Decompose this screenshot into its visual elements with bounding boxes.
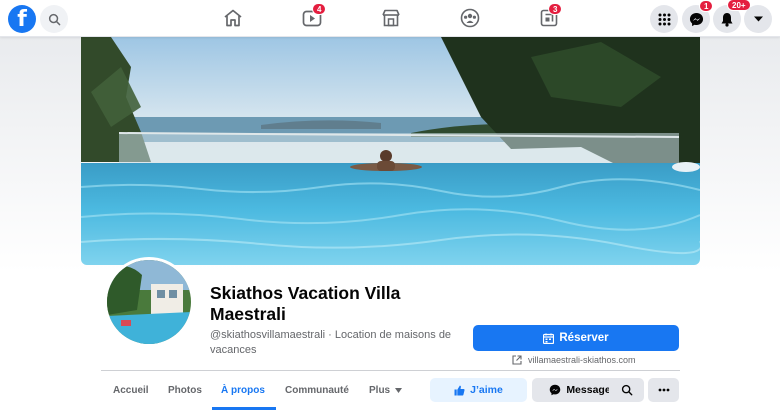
- tab-photos[interactable]: Photos: [168, 385, 202, 396]
- website-link[interactable]: villamaestrali-skiathos.com: [512, 355, 636, 365]
- infinity-pool-photo: [81, 37, 700, 265]
- messenger-badge: 1: [699, 0, 714, 12]
- villa-photo: [107, 260, 191, 344]
- external-link-icon: [512, 355, 522, 365]
- account-menu-button[interactable]: [744, 5, 772, 33]
- bell-icon: [721, 12, 733, 27]
- page-title: Skiathos Vacation Villa Maestrali: [210, 283, 401, 324]
- menu-grid-icon: [658, 13, 670, 25]
- marketplace-icon: [382, 9, 400, 27]
- tabs-divider: [101, 370, 680, 371]
- more-options-button[interactable]: [648, 378, 679, 402]
- tab-accueil[interactable]: Accueil: [113, 385, 149, 396]
- watch-badge: 4: [312, 3, 327, 15]
- thumbs-up-icon: [454, 385, 465, 395]
- top-navigation-bar: f 4 3 1 20+: [0, 0, 780, 37]
- messenger-icon: [550, 384, 561, 396]
- tab-plus[interactable]: Plus: [369, 385, 403, 396]
- reserve-button[interactable]: Réserver: [473, 325, 679, 351]
- avatar: [107, 260, 191, 344]
- groups-icon: [460, 8, 480, 28]
- cover-photo[interactable]: [81, 37, 700, 265]
- caret-down-icon: [753, 16, 763, 22]
- tab-communaute[interactable]: Communauté: [285, 385, 349, 396]
- caret-down-icon: [395, 388, 403, 393]
- messenger-button[interactable]: 1: [682, 0, 714, 33]
- search-icon: [48, 13, 60, 25]
- nav-pages-tab[interactable]: 3: [537, 3, 563, 29]
- nav-home-tab[interactable]: [221, 7, 245, 29]
- more-dots-icon: [658, 388, 669, 392]
- profile-picture[interactable]: [104, 257, 194, 347]
- pages-badge: 3: [548, 3, 563, 15]
- facebook-logo[interactable]: f: [8, 5, 36, 33]
- nav-groups-tab[interactable]: [458, 7, 482, 29]
- reserve-label: Réserver: [559, 332, 609, 344]
- home-icon: [224, 9, 242, 27]
- nav-watch-tab[interactable]: 4: [300, 3, 327, 29]
- calendar-icon: [543, 333, 555, 344]
- like-label: J’aime: [470, 384, 503, 396]
- page-search-button[interactable]: [609, 378, 644, 402]
- nav-marketplace-tab[interactable]: [379, 7, 403, 29]
- notifications-button[interactable]: 20+: [713, 0, 751, 33]
- tab-a-propos[interactable]: À propos: [221, 385, 265, 396]
- website-url: villamaestrali-skiathos.com: [528, 355, 636, 365]
- messenger-icon: [689, 12, 703, 26]
- like-button[interactable]: J’aime: [430, 378, 527, 402]
- page-handle-category: @skiathosvillamaestrali · Location de ma…: [210, 329, 452, 356]
- message-label: Message: [566, 384, 611, 396]
- menu-button[interactable]: [650, 5, 678, 33]
- search-button[interactable]: [40, 5, 68, 33]
- search-icon: [621, 384, 632, 396]
- tab-plus-label: Plus: [369, 385, 391, 396]
